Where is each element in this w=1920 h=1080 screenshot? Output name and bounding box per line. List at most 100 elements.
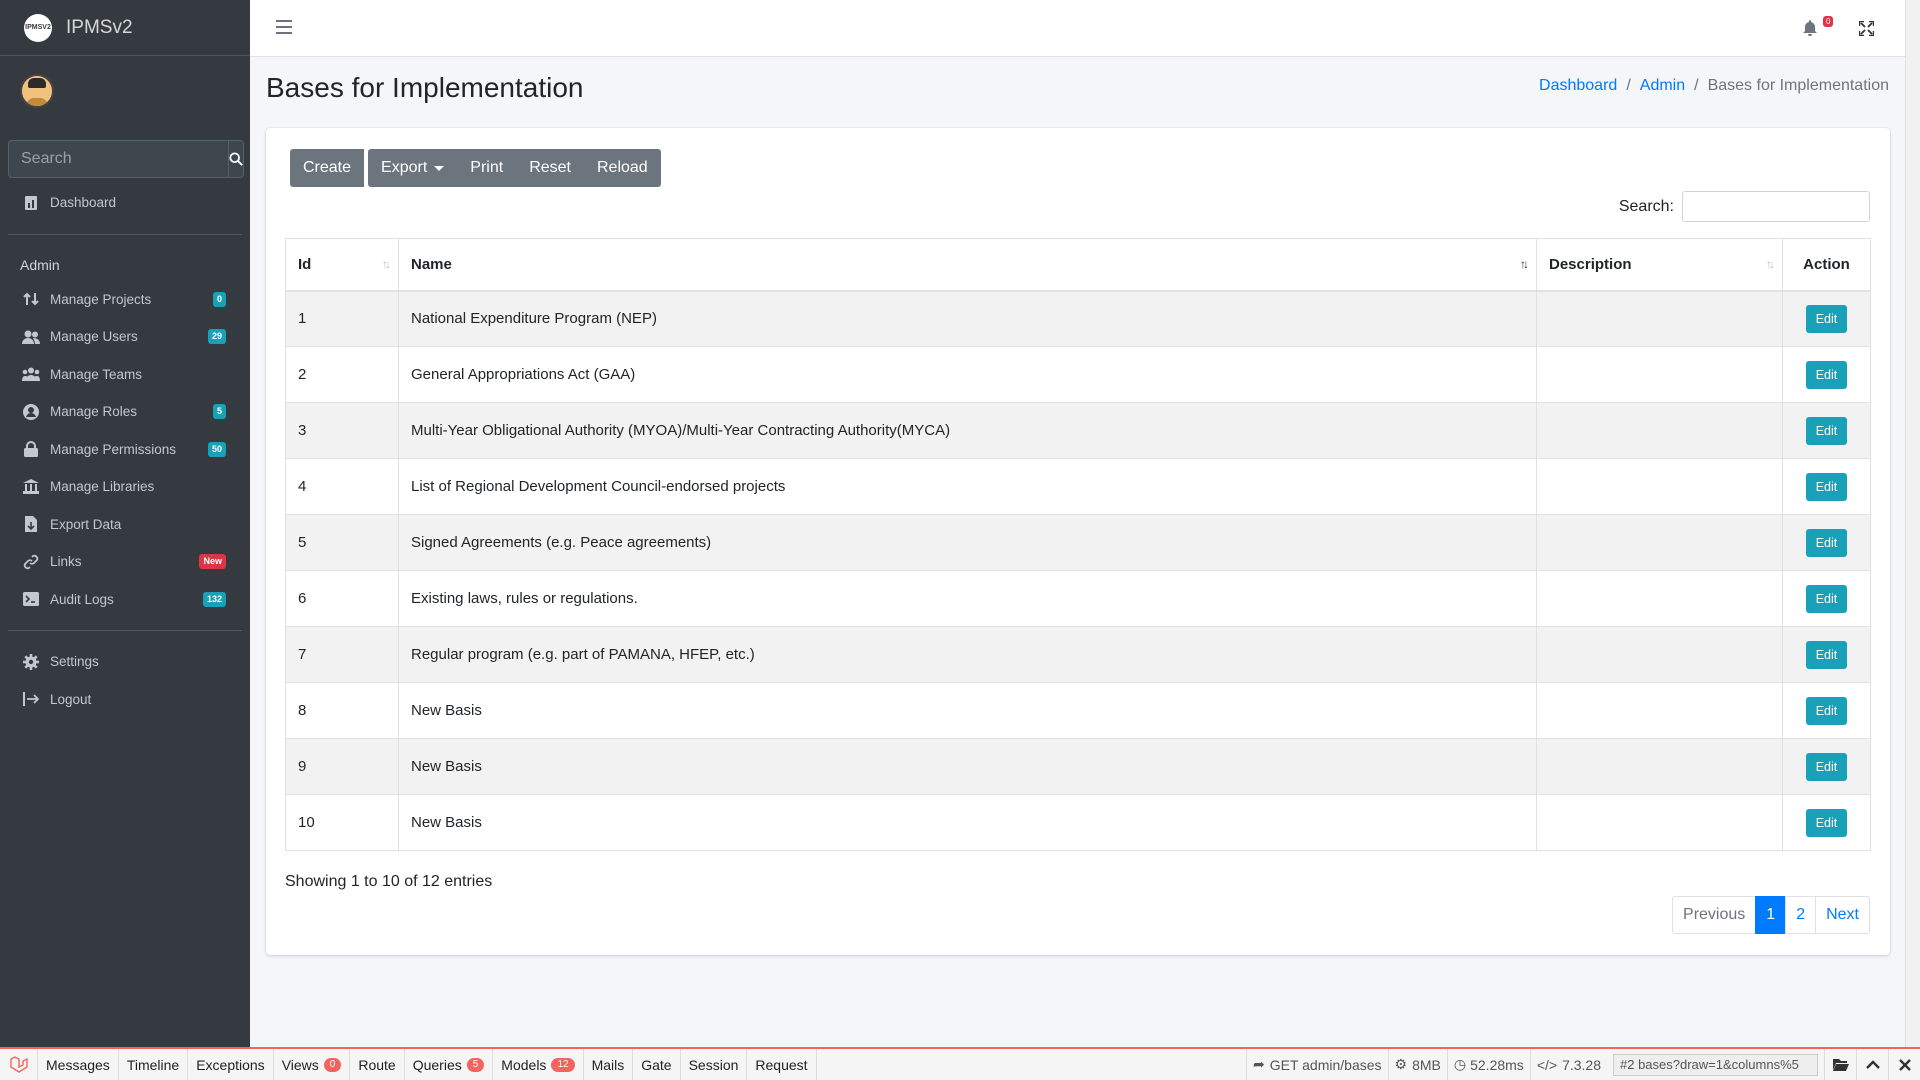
cell-name: New Basis [398,682,1537,739]
cell-id: 2 [285,346,399,403]
breadcrumb-link-dashboard[interactable]: Dashboard [1539,77,1617,95]
debug-tab-label: Timeline [126,1056,180,1073]
debug-route-stat: ➦ GET admin/bases [1246,1049,1388,1080]
edit-button[interactable]: Edit [1805,304,1848,333]
dashboard-icon [22,194,40,212]
sidebar-item-manage-roles[interactable]: Manage Roles 5 [8,393,242,431]
debug-tab-route[interactable]: Route [350,1049,405,1080]
sidebar-item-label: Manage Projects [50,291,152,307]
cell-action: Edit [1782,626,1871,683]
debug-route-value: GET admin/bases [1269,1056,1382,1073]
pagination-previous[interactable]: Previous [1672,896,1757,934]
avatar[interactable] [20,73,54,108]
sidebar-search-button[interactable] [228,140,244,178]
debug-php-stat: </> 7.3.28 [1529,1049,1607,1080]
edit-button[interactable]: Edit [1805,528,1848,557]
edit-button[interactable]: Edit [1805,416,1848,445]
fullscreen-button[interactable] [1857,19,1876,40]
reset-button[interactable]: Reset [516,149,584,187]
cell-action: Edit [1782,738,1871,795]
debug-memory-value: 8MB [1412,1056,1441,1073]
sidebar-search-input[interactable] [8,140,228,178]
debug-tab-session[interactable]: Session [681,1049,748,1080]
cell-description [1536,682,1783,739]
table-search-input[interactable] [1682,191,1870,222]
debug-tab-messages[interactable]: Messages [38,1049,119,1080]
edit-button[interactable]: Edit [1805,640,1848,669]
reload-button[interactable]: Reload [583,149,661,187]
breadcrumb-link-admin[interactable]: Admin [1640,77,1685,95]
notifications-button[interactable] [1803,20,1817,40]
sidebar-item-manage-libraries[interactable]: Manage Libraries [8,468,242,506]
debug-tab-mails[interactable]: Mails [584,1049,634,1080]
laravel-logo-icon[interactable] [0,1049,38,1080]
sidebar-item-label: Logout [50,691,92,707]
column-header-name[interactable]: Name ↑↓ [398,238,1537,292]
pagination-page-1[interactable]: 1 [1755,896,1787,934]
clock-icon: ◷ [1453,1056,1467,1072]
sidebar-item-logout[interactable]: Logout [8,681,242,719]
close-icon[interactable] [1888,1049,1920,1080]
debug-tab-exceptions[interactable]: Exceptions [188,1049,274,1080]
table-row: 7 Regular program (e.g. part of PAMANA, … [285,626,1871,683]
edit-button[interactable]: Edit [1805,360,1848,389]
table-row: 4 List of Regional Development Council-e… [285,458,1871,515]
cell-action: Edit [1782,514,1871,571]
column-header-label: Name [411,255,452,273]
debug-tab-models[interactable]: Models 12 [493,1049,584,1080]
count-badge: 5 [212,404,226,420]
create-button[interactable]: Create [290,149,365,187]
debug-count-badge: 0 [323,1057,342,1072]
debug-tab-label: Messages [46,1056,110,1073]
debug-tab-queries[interactable]: Queries 5 [405,1049,494,1080]
chevron-up-icon[interactable] [1856,1049,1888,1080]
sidebar-item-settings[interactable]: Settings [8,643,242,681]
caret-down-icon [434,165,445,171]
edit-button[interactable]: Edit [1805,808,1848,837]
page-scrollbar[interactable] [1905,0,1920,1047]
debug-tab-label: Request [755,1056,808,1073]
menu-toggle-icon[interactable] [276,20,292,34]
print-button[interactable]: Print [457,149,517,187]
users-icon [22,328,40,346]
edit-button[interactable]: Edit [1805,472,1848,501]
brand-link[interactable]: IPMSV2 IPMSv2 [0,0,250,56]
sidebar-item-manage-users[interactable]: Manage Users 29 [8,318,242,356]
table-row: 5 Signed Agreements (e.g. Peace agreemen… [285,514,1871,571]
cogs-icon: ⚙ [1394,1056,1408,1072]
debug-tab-request[interactable]: Request [747,1049,817,1080]
edit-button[interactable]: Edit [1805,752,1848,781]
table-row: 9 New Basis Edit [285,738,1871,795]
column-header-label: Id [298,255,312,273]
sidebar-item-audit-logs[interactable]: Audit Logs 132 [8,581,242,619]
debug-tab-gate[interactable]: Gate [633,1049,681,1080]
export-dropdown-button[interactable]: Export [368,149,458,187]
debug-tab-label: Exceptions [196,1056,265,1073]
cell-description [1536,570,1783,627]
divider [8,233,242,235]
sidebar-item-label: Settings [50,654,99,670]
debug-time-stat: ◷ 52.28ms [1446,1049,1530,1080]
pagination-next[interactable]: Next [1815,896,1870,934]
sidebar-item-manage-teams[interactable]: Manage Teams [8,356,242,394]
edit-button[interactable]: Edit [1805,584,1848,613]
bases-card: Create Export Print Reset Reload Search:… [266,128,1890,955]
debug-tab-views[interactable]: Views 0 [274,1049,351,1080]
sidebar-item-manage-projects[interactable]: Manage Projects 0 [8,281,242,319]
debug-request-select[interactable]: #2 bases?draw=1&columns%5 [1613,1053,1818,1076]
sidebar-item-export-data[interactable]: Export Data [8,506,242,544]
debug-tab-timeline[interactable]: Timeline [119,1049,189,1080]
library-icon [22,478,40,496]
pagination-page-2[interactable]: 2 [1785,896,1817,934]
folder-open-icon[interactable] [1824,1049,1856,1080]
column-header-id[interactable]: Id ↑↓ [285,238,399,292]
sidebar-item-dashboard[interactable]: Dashboard [8,184,242,222]
sidebar-item-manage-permissions[interactable]: Manage Permissions 50 [8,431,242,469]
cell-action: Edit [1782,794,1871,851]
column-header-description[interactable]: Description ↑↓ [1536,238,1783,292]
edit-button[interactable]: Edit [1805,696,1848,725]
page-title: Bases for Implementation [266,72,584,103]
sidebar-item-links[interactable]: Links New [8,543,242,581]
breadcrumb-separator: / [1694,77,1699,94]
sidebar-item-label: Export Data [50,516,122,532]
